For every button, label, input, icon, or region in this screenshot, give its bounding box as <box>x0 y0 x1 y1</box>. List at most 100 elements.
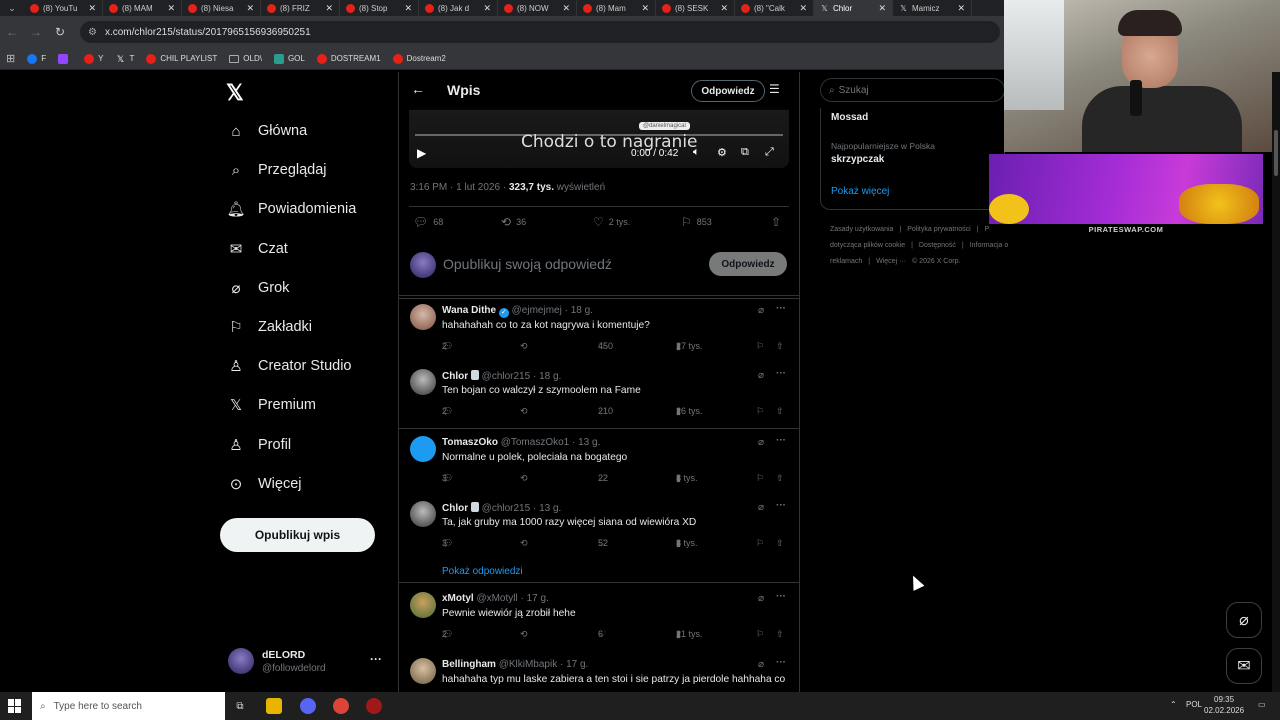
search-input[interactable]: ⌕ Szukaj <box>820 78 1005 102</box>
close-icon[interactable]: ✕ <box>562 3 570 14</box>
clock[interactable]: 09:35 02.02.2026 <box>1204 694 1244 716</box>
language-indicator[interactable]: POL <box>1186 700 1202 709</box>
grok-icon[interactable]: ⌀ <box>758 502 764 513</box>
bookmark-item[interactable]: Dostream2 <box>392 53 446 64</box>
tab-search-icon[interactable]: ⌄ <box>0 0 24 16</box>
avatar[interactable] <box>410 304 436 330</box>
sidebar-item[interactable]: ✉ Czat <box>228 235 288 263</box>
more-dots-icon[interactable]: ··· <box>776 368 786 379</box>
task-view-icon[interactable]: ⧉ <box>232 698 248 714</box>
sidebar-item[interactable]: 𝕏 Premium <box>228 391 316 419</box>
grok-icon[interactable]: ⌀ <box>758 370 764 381</box>
account-switcher[interactable]: dELORD @followdelord ··· <box>228 646 388 678</box>
reply-post[interactable]: TomaszOko @TomaszOko1 · 13 g. Normalne u … <box>399 435 799 492</box>
browser-tab[interactable]: (8) Jak d ✕ <box>419 0 498 16</box>
footer-link[interactable]: Zasady użytkowania <box>830 226 893 233</box>
sidebar-item[interactable]: 🔔︎ Powiadomienia <box>226 195 356 223</box>
file-explorer-icon[interactable] <box>266 698 282 714</box>
sidebar-item[interactable]: ⚐ Zakładki <box>228 313 312 341</box>
bookmark-item[interactable]: CHIL PLAYLIST <box>146 53 217 64</box>
bookmark-item[interactable]: GOL <box>273 53 305 64</box>
sidebar-item[interactable]: ⌂ Główna <box>228 117 307 145</box>
browser-tab[interactable]: (8) SESK ✕ <box>656 0 735 16</box>
discord-icon[interactable] <box>300 698 316 714</box>
repost-action[interactable]: ⟲ 36 <box>501 215 526 229</box>
more-dots-icon[interactable]: ··· <box>776 657 786 668</box>
close-icon[interactable]: ✕ <box>325 3 333 14</box>
close-icon[interactable]: ✕ <box>878 3 886 14</box>
browser-tab[interactable]: (8) NOW ✕ <box>498 0 577 16</box>
more-dots-icon[interactable]: ··· <box>776 303 786 314</box>
grok-icon[interactable]: ⌀ <box>758 659 764 670</box>
author-name[interactable]: Chlor <box>442 371 468 382</box>
author-name[interactable]: Bellingham <box>442 659 496 670</box>
reply-post[interactable]: Wana Dithe ✓ @ejmejmej · 18 g. hahahahah … <box>399 303 799 360</box>
reply-submit-button[interactable]: Odpowiedz <box>709 252 787 276</box>
author-name[interactable]: Wana Dithe <box>442 305 496 316</box>
more-dots-icon[interactable]: ··· <box>776 500 786 511</box>
grok-icon[interactable]: ⌀ <box>758 593 764 604</box>
bookmark-item[interactable]: Y <box>84 53 103 64</box>
browser-tab[interactable]: (8) MAM ✕ <box>103 0 182 16</box>
close-icon[interactable]: ✕ <box>957 3 965 14</box>
sidebar-item[interactable]: ⌀ Grok <box>228 274 289 302</box>
obs-icon[interactable] <box>366 698 382 714</box>
avatar[interactable] <box>410 501 436 527</box>
browser-tab[interactable]: 𝕏 Chlor ✕ <box>814 0 893 16</box>
bookmark-item[interactable] <box>58 53 72 64</box>
sliders-icon[interactable]: ☰ <box>769 82 780 96</box>
post-button[interactable]: Opublikuj wpis <box>220 518 375 552</box>
sidebar-item[interactable]: ⊙ Więcej <box>228 470 302 498</box>
reply-post[interactable]: Bellingham @KlkiMbapik · 17 g. hahahaha t… <box>399 657 799 692</box>
browser-tab[interactable]: (8) Niesa ✕ <box>182 0 261 16</box>
sidebar-item[interactable]: ♙ Profil <box>228 431 291 459</box>
bookmark-item[interactable]: F <box>27 53 46 64</box>
windows-start-icon[interactable] <box>8 699 22 713</box>
reload-icon[interactable]: ↻ <box>48 25 72 39</box>
more-dots-icon[interactable]: ··· <box>776 435 786 446</box>
browser-tab[interactable]: (8) FRIZ ✕ <box>261 0 340 16</box>
reply-action[interactable]: 💬︎ 68 <box>413 215 443 229</box>
browser-tab[interactable]: 𝕏 Mamicz ✕ <box>893 0 972 16</box>
footer-link[interactable]: Więcej ··· <box>876 258 906 265</box>
footer-link[interactable]: Polityka prywatności <box>907 226 970 233</box>
settings-gear-icon[interactable]: ⚙ <box>717 146 727 159</box>
footer-link[interactable]: Dostępność <box>919 242 956 249</box>
grok-icon[interactable]: ⌀ <box>758 437 764 448</box>
notification-icon[interactable]: ▭ <box>1258 700 1266 709</box>
author-name[interactable]: TomaszOko <box>442 437 498 448</box>
forward-icon[interactable]: → <box>24 25 48 39</box>
x-logo-icon[interactable]: 𝕏 <box>226 80 244 106</box>
play-icon[interactable]: ▶ <box>417 146 426 160</box>
author-name[interactable]: Chlor <box>442 503 468 514</box>
back-icon[interactable]: ← <box>0 25 24 39</box>
reply-post[interactable]: Chlor @chlor215 · 18 g. Ten bojan co walc… <box>399 368 799 425</box>
close-icon[interactable]: ✕ <box>641 3 649 14</box>
trend-item[interactable]: skrzypczak <box>831 154 884 165</box>
scrollbar-thumb[interactable] <box>1274 130 1278 176</box>
sidebar-item[interactable]: ♙ Creator Studio <box>228 352 351 380</box>
more-dots-icon[interactable]: ··· <box>776 591 786 602</box>
reply-header-button[interactable]: Odpowiedz <box>691 80 765 102</box>
author-name[interactable]: xMotyl <box>442 593 474 604</box>
like-action[interactable]: ♡ 2 tys. <box>593 215 630 229</box>
back-arrow-icon[interactable]: ← <box>411 81 425 97</box>
close-icon[interactable]: ✕ <box>799 3 807 14</box>
bookmark-item[interactable]: 𝕏T <box>115 54 135 64</box>
show-replies-link[interactable]: Pokaż odpowiedzi <box>442 566 523 577</box>
close-icon[interactable]: ✕ <box>246 3 254 14</box>
close-icon[interactable]: ✕ <box>88 3 96 14</box>
grok-icon[interactable]: ⌀ <box>758 305 764 316</box>
show-more-link[interactable]: Pokaż więcej <box>831 186 889 197</box>
url-bar[interactable]: ⚙ x.com/chlor215/status/2017965156936950… <box>80 21 1000 43</box>
close-icon[interactable]: ✕ <box>483 3 491 14</box>
taskbar-search[interactable]: ⌕ Type here to search <box>32 692 225 720</box>
volume-icon[interactable]: 🔈︎ <box>693 146 700 159</box>
apps-grid-icon[interactable]: ⊞ <box>6 52 15 65</box>
fullscreen-icon[interactable]: ⤢ <box>765 146 774 159</box>
reply-post[interactable]: xMotyl @xMotyll · 17 g. Pewnie wiewiór ją… <box>399 591 799 648</box>
site-info-icon[interactable]: ⚙ <box>88 27 97 38</box>
close-icon[interactable]: ✕ <box>720 3 728 14</box>
sidebar-item[interactable]: ⌕ Przeglądaj <box>228 156 327 184</box>
close-icon[interactable]: ✕ <box>404 3 412 14</box>
